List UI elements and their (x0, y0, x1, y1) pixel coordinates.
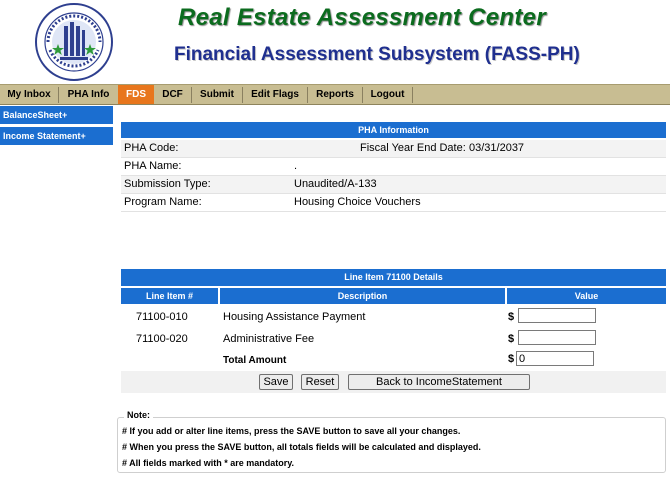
fiscal-year-label: Fiscal Year End Date: (360, 142, 466, 154)
nav-submit[interactable]: Submit (192, 85, 242, 104)
nav-logout[interactable]: Logout (363, 85, 412, 104)
reset-button[interactable]: Reset (301, 374, 339, 390)
sidebar-item-income-statement[interactable]: Income Statement+ (0, 127, 113, 145)
sidebar-item-balance-sheet[interactable]: BalanceSheet+ (0, 106, 113, 124)
line-item-header: Line Item 71100 Details (121, 269, 666, 286)
app-subtitle: Financial Assessment Subsystem (FASS-PH) (174, 44, 580, 65)
nav-edit-flags[interactable]: Edit Flags (243, 85, 307, 104)
housing-assistance-value-input[interactable] (518, 308, 596, 323)
program-name-value: Housing Choice Vouchers (294, 196, 421, 208)
line-item-description: Housing Assistance Payment (223, 311, 366, 323)
currency-symbol: $ (508, 311, 515, 323)
submission-type-value: Unaudited/A-133 (294, 178, 377, 190)
fiscal-year-value: 03/31/2037 (469, 142, 525, 154)
program-name-label: Program Name: (124, 196, 202, 208)
submission-type-row: Submission Type: Unaudited/A-133 (121, 176, 666, 194)
total-amount-value (516, 351, 594, 366)
administrative-fee-value-input[interactable] (518, 330, 596, 345)
pha-name-label: PHA Name: (124, 160, 182, 172)
pha-info-header: PHA Information (121, 122, 666, 138)
total-amount-label: Total Amount (223, 355, 287, 366)
currency-symbol: $ (508, 353, 515, 365)
column-header-line-item: Line Item # (121, 288, 218, 304)
note-line: # If you add or alter line items, press … (122, 426, 461, 436)
nav-my-inbox[interactable]: My Inbox (0, 85, 58, 104)
currency-symbol: $ (508, 333, 515, 345)
save-button[interactable]: Save (259, 374, 293, 390)
nav-pha-info[interactable]: PHA Info (59, 85, 118, 104)
nav-reports[interactable]: Reports (308, 85, 362, 104)
pha-name-row: PHA Name: . (121, 158, 666, 176)
submission-type-label: Submission Type: (124, 178, 211, 190)
main-nav: My Inbox PHA Info FDS DCF Submit Edit Fl… (0, 84, 670, 105)
back-to-income-statement-button[interactable]: Back to IncomeStatement (348, 374, 530, 390)
line-item-description: Administrative Fee (223, 333, 315, 345)
hud-seal-icon (35, 3, 113, 81)
note-title: Note: (124, 410, 153, 420)
line-item-id: 71100-020 (136, 333, 188, 345)
pha-name-value: . (294, 160, 298, 172)
nav-dcf[interactable]: DCF (154, 85, 191, 104)
program-name-row: Program Name: Housing Choice Vouchers (121, 194, 666, 212)
column-header-value: Value (507, 288, 666, 304)
pha-code-label: PHA Code: (124, 142, 179, 154)
nav-fds[interactable]: FDS (118, 85, 154, 104)
note-line: # When you press the SAVE button, all to… (122, 442, 481, 452)
pha-code-row: PHA Code: Fiscal Year End Date: 03/31/20… (121, 140, 666, 158)
note-line: # All fields marked with * are mandatory… (122, 458, 295, 468)
app-title: Real Estate Assessment Center (178, 4, 546, 31)
nav-divider (412, 87, 413, 103)
page-header: Real Estate Assessment Center Financial … (0, 0, 670, 84)
column-header-description: Description (220, 288, 505, 304)
line-item-id: 71100-010 (136, 311, 188, 323)
